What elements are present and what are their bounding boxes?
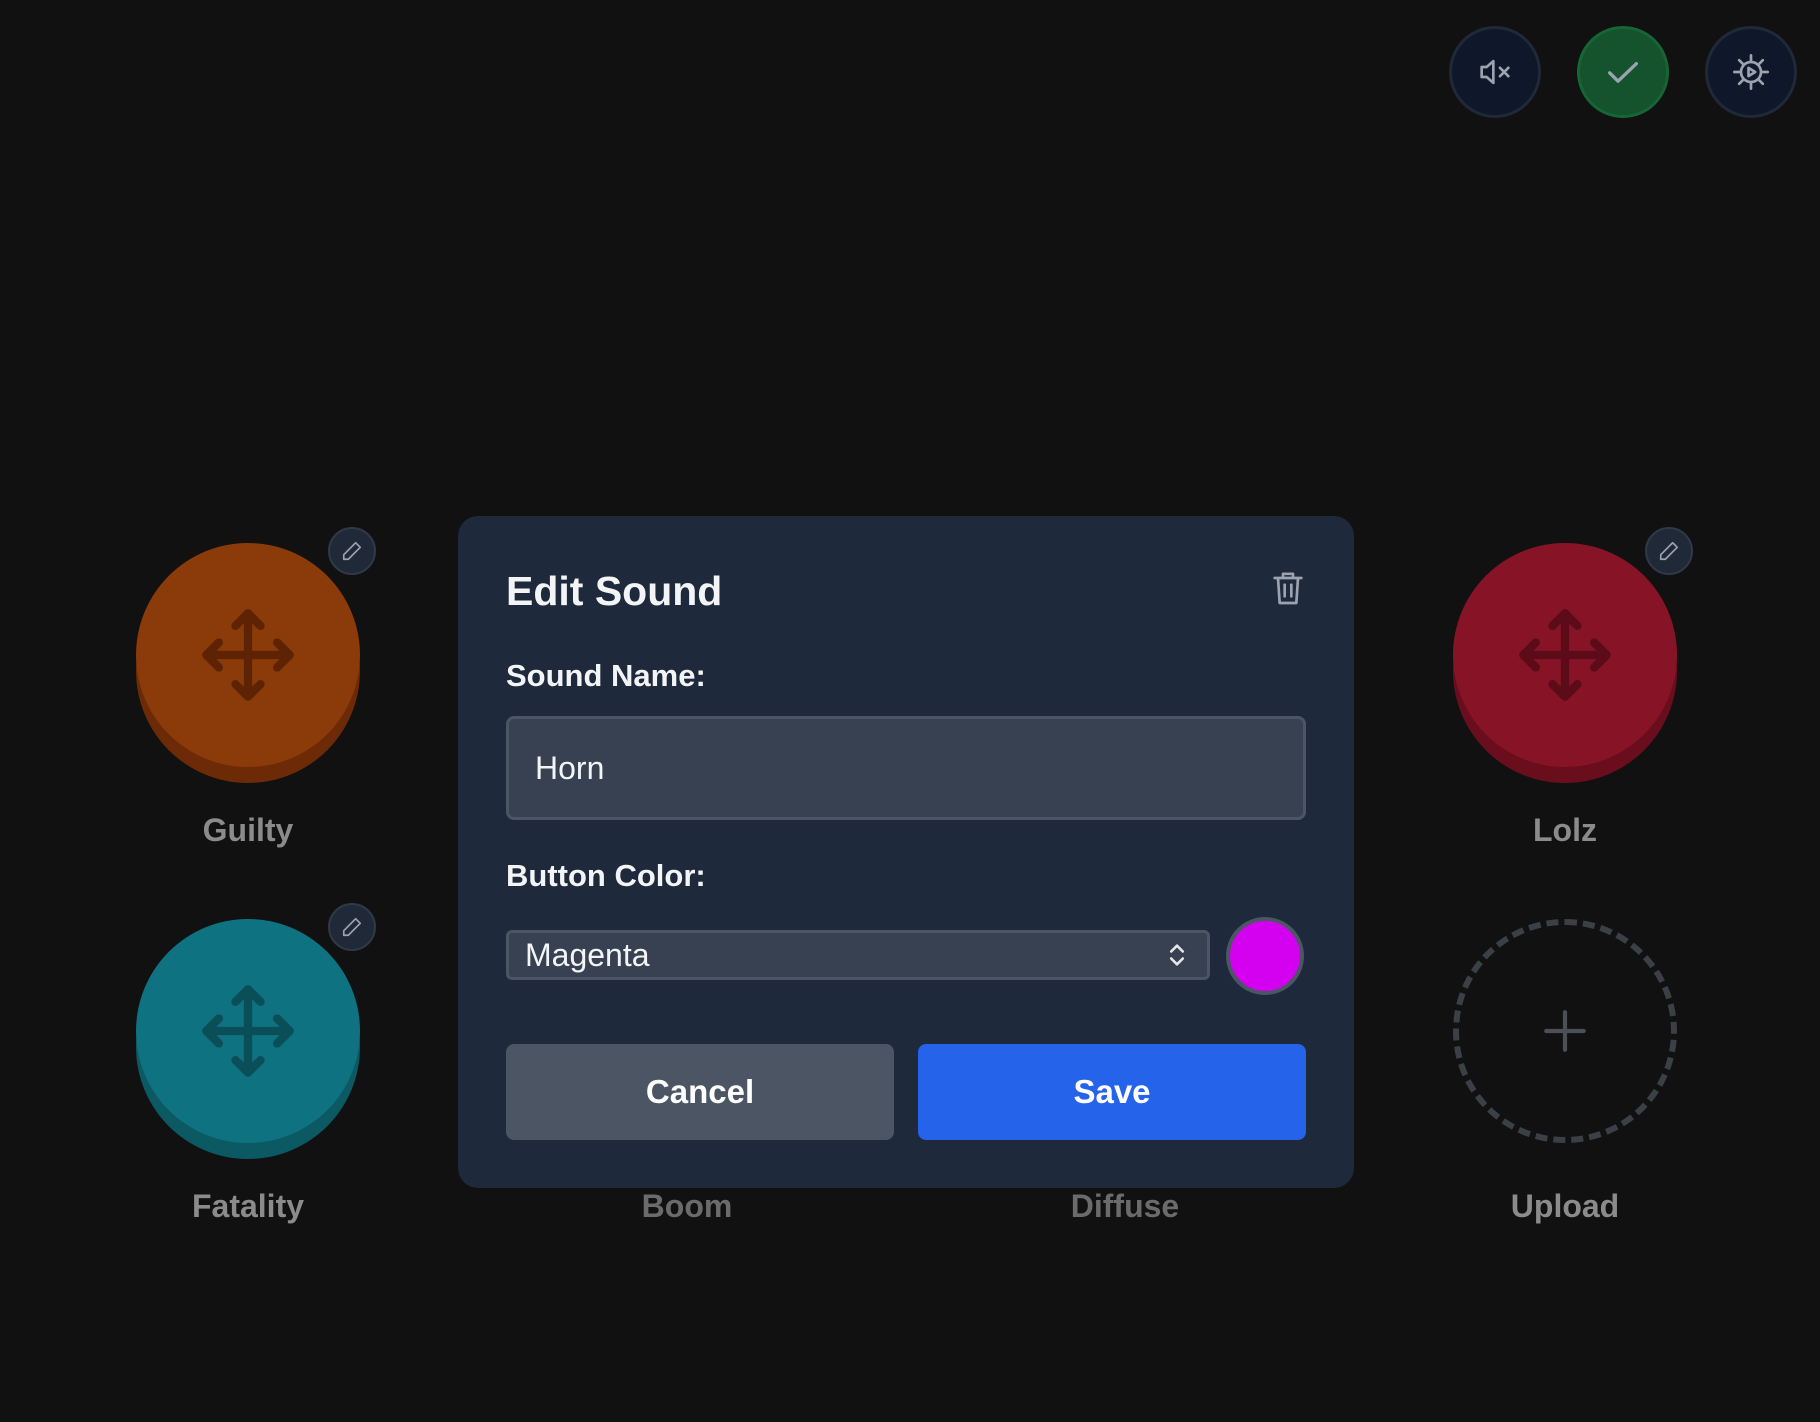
delete-button[interactable] <box>1264 564 1312 612</box>
gear-icon <box>1733 54 1769 90</box>
settings-button[interactable] <box>1705 26 1797 118</box>
pad-label-boom: Boom <box>641 1188 733 1224</box>
move-icon <box>1519 609 1611 701</box>
pad-label-guilty: Guilty <box>202 812 294 848</box>
edit-sound-dialog: Edit Sound Sound Name: Button Color: Mag… <box>458 516 1354 1188</box>
sound-name-label: Sound Name: <box>506 658 706 693</box>
move-icon <box>202 985 294 1077</box>
done-button[interactable] <box>1577 26 1669 118</box>
sound-pad-lolz[interactable] <box>1453 543 1677 783</box>
pad-label-diffuse: Diffuse <box>1070 1188 1180 1224</box>
dialog-title: Edit Sound <box>506 568 723 614</box>
sound-pad-guilty[interactable] <box>136 543 360 783</box>
sound-pad-fatality[interactable] <box>136 919 360 1159</box>
color-swatch <box>1226 917 1304 995</box>
button-color-label: Button Color: <box>506 858 706 893</box>
checkmark-icon <box>1608 62 1638 83</box>
speaker-muted-icon <box>1480 59 1510 85</box>
chevron-updown-icon <box>1169 944 1185 966</box>
pad-label-upload: Upload <box>1510 1188 1620 1224</box>
upload-button[interactable] <box>1453 919 1677 1143</box>
plus-icon <box>1544 1010 1586 1052</box>
mute-button[interactable] <box>1449 26 1541 118</box>
trash-icon <box>1273 572 1303 605</box>
sound-name-input[interactable] <box>506 716 1306 820</box>
save-button[interactable]: Save <box>918 1044 1306 1140</box>
edit-button-lolz[interactable] <box>1645 527 1693 575</box>
cancel-button[interactable]: Cancel <box>506 1044 894 1140</box>
pencil-icon <box>342 541 362 561</box>
edit-button-fatality[interactable] <box>328 903 376 951</box>
pencil-icon <box>1659 541 1679 561</box>
pencil-icon <box>342 917 362 937</box>
pad-label-lolz: Lolz <box>1533 812 1597 848</box>
move-icon <box>202 609 294 701</box>
color-select[interactable]: Magenta <box>506 930 1210 980</box>
pad-label-fatality: Fatality <box>191 1188 305 1224</box>
color-select-value: Magenta <box>525 936 650 973</box>
edit-button-guilty[interactable] <box>328 527 376 575</box>
